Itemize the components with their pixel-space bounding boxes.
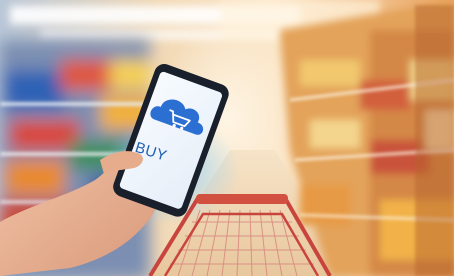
photo-canvas xyxy=(0,0,454,276)
supermarket-photo: BUY xyxy=(0,0,454,276)
cart-handle xyxy=(196,194,288,204)
